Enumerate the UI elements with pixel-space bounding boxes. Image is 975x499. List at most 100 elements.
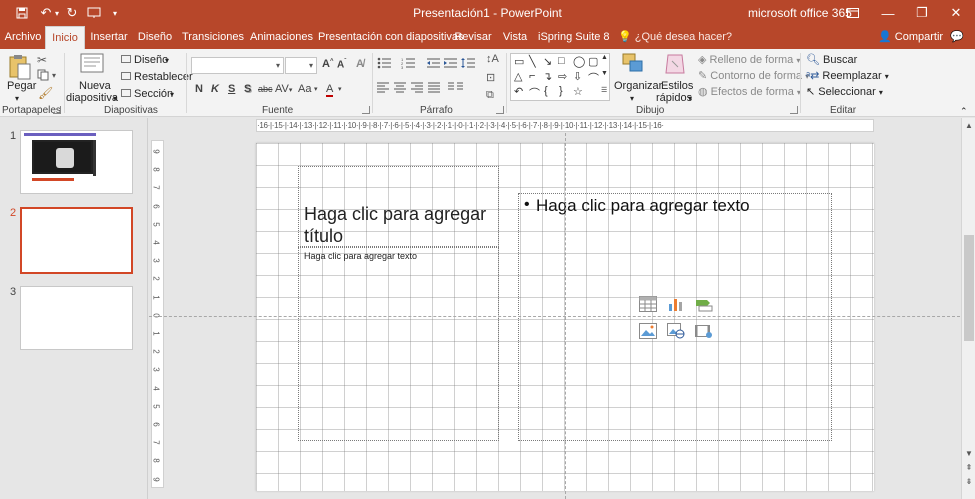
replace-button[interactable]: ᵃ⇄ Reemplazar ▾	[806, 70, 889, 83]
dibujo-launcher[interactable]	[790, 106, 798, 114]
cut-icon[interactable]: ✂	[37, 53, 47, 67]
share-button[interactable]: 👤 Compartir	[878, 26, 943, 49]
insert-smartart-icon[interactable]	[695, 296, 713, 312]
shape-fill-button[interactable]: ◈ Relleno de forma ▾	[698, 54, 800, 67]
paste-button[interactable]: Pegar	[7, 80, 36, 93]
align-left-icon[interactable]	[377, 82, 389, 96]
right-brace-shape-icon[interactable]: }	[559, 85, 563, 97]
tab-vista[interactable]: Vista	[500, 26, 530, 49]
redo-icon[interactable]: ↻	[63, 0, 81, 26]
new-slide-dropdown-icon[interactable]: ▾	[113, 92, 117, 105]
bullets-icon[interactable]	[377, 57, 395, 72]
scroll-up-icon[interactable]: ▲	[962, 120, 975, 132]
underline-button[interactable]: S	[228, 83, 235, 95]
copy-dropdown-icon[interactable]: ▾	[52, 71, 56, 80]
customize-toolbar-icon[interactable]: ▾	[108, 0, 122, 26]
align-text-icon[interactable]: ⊡	[486, 71, 495, 84]
insert-chart-icon[interactable]	[667, 296, 685, 312]
gallery-more-icon[interactable]: ☰	[601, 86, 607, 94]
horizontal-guide[interactable]	[149, 316, 960, 317]
star-shape-icon[interactable]: ☆	[573, 85, 583, 98]
triangle-shape-icon[interactable]: △	[514, 70, 522, 83]
tell-me-box[interactable]: 💡 ¿Qué desea hacer?	[618, 26, 732, 49]
font-name-field[interactable]: ▾	[191, 57, 284, 74]
new-slide-icon[interactable]	[80, 53, 104, 78]
justify-icon[interactable]	[428, 82, 440, 96]
line-spacing-icon[interactable]	[461, 57, 479, 72]
arrow-line-shape-icon[interactable]: ↘	[543, 55, 552, 68]
text-placeholder-left[interactable]: Haga clic para agregar texto	[298, 247, 499, 441]
tab-inicio[interactable]: Inicio	[45, 26, 85, 49]
convert-smartart-icon[interactable]: ⧉	[486, 89, 494, 102]
line-shape-icon[interactable]: ╲	[529, 55, 536, 68]
slide-thumbnail-1[interactable]	[20, 130, 133, 194]
character-spacing-button[interactable]: AV▾	[275, 83, 292, 95]
insert-picture-icon[interactable]	[639, 323, 657, 339]
tab-transiciones[interactable]: Transiciones	[182, 26, 244, 49]
shape-outline-button[interactable]: ✎ Contorno de forma ▾	[698, 70, 809, 83]
tab-revisar[interactable]: Revisar	[454, 26, 492, 49]
copy-icon[interactable]	[37, 69, 51, 84]
change-case-dropdown-icon[interactable]: ▾	[314, 85, 318, 93]
undo-dropdown-icon[interactable]: ▾	[53, 0, 61, 26]
elbow-arrow-shape-icon[interactable]: ↴	[543, 70, 552, 83]
quick-styles-label-2[interactable]: rápidos	[656, 92, 692, 105]
fuente-launcher[interactable]	[362, 106, 370, 114]
quick-styles-dropdown-icon[interactable]: ▾	[688, 92, 692, 105]
font-name-dropdown-icon[interactable]: ▾	[276, 61, 280, 70]
quick-styles-icon[interactable]	[664, 53, 686, 80]
paste-dropdown-icon[interactable]: ▾	[15, 92, 19, 105]
curve-shape-icon[interactable]: ↶	[514, 85, 523, 98]
gallery-scroll-down-icon[interactable]: ▼	[601, 70, 608, 77]
insert-table-icon[interactable]	[639, 296, 657, 312]
minimize-icon[interactable]: —	[871, 0, 905, 26]
layout-dropdown-icon[interactable]: ▾	[165, 54, 169, 67]
layout-button[interactable]: Diseño	[134, 54, 168, 67]
elbow-connector-shape-icon[interactable]: ⌐	[529, 70, 535, 82]
parrafo-launcher[interactable]	[496, 106, 504, 114]
next-slide-icon[interactable]: ⇟	[962, 476, 975, 488]
slide-thumbnail-3[interactable]	[20, 286, 133, 350]
collapse-ribbon-icon[interactable]: ⌃	[960, 105, 968, 118]
select-button[interactable]: ↖ Seleccionar ▾	[806, 86, 883, 99]
section-button[interactable]: Sección	[134, 88, 173, 101]
decrease-indent-icon[interactable]	[427, 57, 441, 72]
close-icon[interactable]: ✕	[939, 0, 973, 26]
change-case-button[interactable]: Aa	[298, 83, 311, 95]
shapes-gallery[interactable]: ▭ ╲ ↘ □ ◯ ▢ △ ⌐ ↴ ⇨ ⇩ ⌒ ↶ ⌒ { } ☆ ▲ ▼ ☰	[510, 53, 610, 101]
new-slide-label-2[interactable]: diapositiva	[66, 92, 118, 105]
ribbon-display-options-icon[interactable]	[836, 0, 870, 26]
align-right-icon[interactable]	[411, 82, 423, 96]
increase-font-size-icon[interactable]: A^	[322, 58, 333, 70]
shape-effects-button[interactable]: ◍ Efectos de forma ▾	[698, 86, 801, 99]
textbox-shape-icon[interactable]: ▭	[514, 55, 524, 68]
tab-presentacion[interactable]: Presentación con diapositivas	[318, 26, 464, 49]
freeform-shape-icon[interactable]: ⌒	[588, 70, 599, 86]
title-placeholder[interactable]: Haga clic para agregar título	[298, 166, 499, 247]
portapapeles-launcher[interactable]	[53, 106, 61, 114]
italic-button[interactable]: K	[211, 83, 219, 95]
oval-shape-icon[interactable]: ◯	[573, 55, 585, 68]
insert-video-icon[interactable]	[695, 323, 713, 339]
tab-animaciones[interactable]: Animaciones	[250, 26, 313, 49]
font-size-dropdown-icon[interactable]: ▾	[309, 61, 313, 70]
shadow-button[interactable]: S	[244, 83, 251, 95]
start-from-beginning-icon[interactable]	[85, 0, 103, 26]
slide-thumbnail-2[interactable]	[20, 207, 133, 274]
tab-archivo[interactable]: Archivo	[4, 26, 42, 49]
tab-diseno[interactable]: Diseño	[136, 26, 174, 49]
rounded-rect-shape-icon[interactable]: ▢	[588, 55, 598, 68]
rectangle-shape-icon[interactable]: □	[558, 55, 565, 67]
decrease-font-size-icon[interactable]: Aˇ	[337, 59, 346, 70]
font-color-button[interactable]: A	[326, 83, 334, 97]
clear-formatting-icon[interactable]: A̸	[356, 58, 364, 70]
save-icon[interactable]	[12, 0, 32, 26]
vertical-scrollbar[interactable]: ▲ ▼ ⇞ ⇟	[961, 118, 975, 499]
section-dropdown-icon[interactable]: ▾	[170, 88, 174, 101]
scroll-down-icon[interactable]: ▼	[962, 448, 975, 460]
align-center-icon[interactable]	[394, 82, 406, 96]
reset-button[interactable]: Restablecer	[134, 71, 193, 84]
numbering-icon[interactable]: 123	[401, 57, 419, 72]
columns-icon[interactable]	[448, 82, 464, 96]
font-color-dropdown-icon[interactable]: ▾	[338, 85, 342, 93]
